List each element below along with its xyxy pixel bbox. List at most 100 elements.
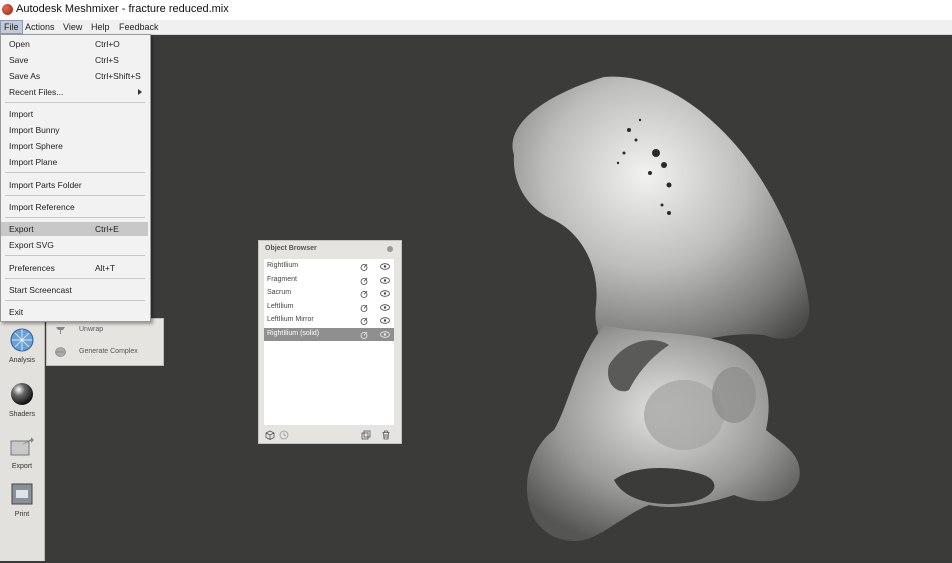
eye-icon[interactable] xyxy=(380,263,390,270)
menu-import-sphere-label: Import Sphere xyxy=(9,141,63,151)
menu-export[interactable]: Export Ctrl+E xyxy=(1,222,148,236)
menu-separator xyxy=(5,300,145,301)
duplicate-icon[interactable] xyxy=(361,430,371,440)
menu-save-shortcut: Ctrl+S xyxy=(95,55,119,65)
menu-import-sphere[interactable]: Import Sphere xyxy=(1,139,148,153)
menu-separator xyxy=(5,102,145,103)
menu-start-screencast[interactable]: Start Screencast xyxy=(1,283,148,297)
object-row[interactable]: LeftIlium Mirror xyxy=(264,314,394,327)
object-browser-footer xyxy=(263,429,397,441)
clock-icon[interactable] xyxy=(279,430,289,440)
close-icon[interactable] xyxy=(387,246,393,252)
object-list: RightIlium Fragment Sacrum LeftIlium Lef… xyxy=(264,259,394,425)
object-row[interactable]: LeftIlium xyxy=(264,301,394,314)
menu-separator xyxy=(5,255,145,256)
trash-icon[interactable] xyxy=(381,430,391,440)
menu-open-shortcut: Ctrl+O xyxy=(95,39,120,49)
menu-open[interactable]: Open Ctrl+O xyxy=(1,37,148,51)
menu-file[interactable]: File xyxy=(0,20,23,34)
menu-save-as[interactable]: Save As Ctrl+Shift+S xyxy=(1,69,148,83)
object-row[interactable]: RightIlium xyxy=(264,260,394,273)
toolbar-print[interactable]: Print xyxy=(0,481,44,518)
eye-icon[interactable] xyxy=(380,317,390,324)
menu-export-label: Export xyxy=(9,224,34,234)
submenu-unwrap-label: Unwrap xyxy=(79,326,104,333)
menu-save-as-label: Save As xyxy=(9,71,41,81)
menu-import-reference[interactable]: Import Reference xyxy=(1,200,148,214)
toolbar-analysis-label: Analysis xyxy=(8,357,36,364)
menu-bar: File Actions View Help Feedback xyxy=(0,20,952,35)
submenu-generate-complex-label: Generate Complex xyxy=(79,348,138,355)
menu-feedback[interactable]: Feedback xyxy=(116,21,162,33)
submenu-unwrap[interactable]: Unwrap xyxy=(47,322,163,338)
toolbar-shaders-label: Shaders xyxy=(8,411,36,418)
title-bar: Autodesk Meshmixer - fracture reduced.mi… xyxy=(0,0,952,20)
object-row[interactable]: Fragment xyxy=(264,274,394,287)
object-browser-panel: Object Browser RightIlium Fragment Sacru… xyxy=(258,240,402,444)
menu-import-plane[interactable]: Import Plane xyxy=(1,155,148,169)
menu-view[interactable]: View xyxy=(60,21,85,33)
submenu-arrow-icon xyxy=(138,89,142,95)
object-name: Fragment xyxy=(267,275,297,283)
eye-icon[interactable] xyxy=(380,290,390,297)
toolbar-analysis[interactable]: Analysis xyxy=(0,327,44,364)
menu-help[interactable]: Help xyxy=(88,21,113,33)
toolbar-export-label: Export xyxy=(11,463,33,470)
menu-import-reference-label: Import Reference xyxy=(9,202,75,212)
menu-preferences[interactable]: Preferences Alt+T xyxy=(1,261,148,275)
menu-separator xyxy=(5,217,145,218)
menu-recent-files[interactable]: Recent Files... xyxy=(1,85,148,99)
object-row[interactable]: Sacrum xyxy=(264,287,394,300)
edit-pencil-icon[interactable] xyxy=(360,277,368,285)
menu-preferences-shortcut: Alt+T xyxy=(95,263,116,273)
menu-separator xyxy=(5,278,145,279)
menu-exit[interactable]: Exit xyxy=(1,305,148,319)
menu-open-label: Open xyxy=(9,39,30,49)
menu-export-svg[interactable]: Export SVG xyxy=(1,238,148,252)
submenu-generate-complex[interactable]: Generate Complex xyxy=(47,344,163,360)
window-title: Autodesk Meshmixer - fracture reduced.mi… xyxy=(16,3,229,15)
menu-import-bunny[interactable]: Import Bunny xyxy=(1,123,148,137)
cube-icon[interactable] xyxy=(265,430,275,440)
object-row-selected[interactable]: RightIlium (solid) xyxy=(264,327,394,341)
tool-submenu: Unwrap Generate Complex xyxy=(46,318,164,366)
menu-save-as-shortcut: Ctrl+Shift+S xyxy=(95,71,141,81)
object-name: RightIlium (solid) xyxy=(267,329,320,337)
generate-complex-icon xyxy=(55,347,66,357)
menu-exit-label: Exit xyxy=(9,307,24,317)
eye-icon[interactable] xyxy=(380,276,390,284)
meshmixer-app-icon xyxy=(2,4,13,15)
menu-separator xyxy=(5,195,145,196)
edit-pencil-icon[interactable] xyxy=(360,317,368,325)
menu-import-plane-label: Import Plane xyxy=(9,157,58,167)
edit-pencil-icon[interactable] xyxy=(360,290,368,298)
menu-export-svg-label: Export SVG xyxy=(9,240,54,250)
object-browser-title: Object Browser xyxy=(265,245,317,252)
menu-recent-files-label: Recent Files... xyxy=(9,87,64,97)
analysis-icon xyxy=(10,328,34,352)
menu-save-label: Save xyxy=(9,55,29,65)
edit-pencil-icon[interactable] xyxy=(360,304,368,312)
toolbar-shaders[interactable]: Shaders xyxy=(0,381,44,418)
3d-viewport[interactable] xyxy=(44,35,952,561)
unwrap-icon xyxy=(56,327,65,334)
print-icon xyxy=(11,483,33,505)
menu-import[interactable]: Import xyxy=(1,107,148,121)
menu-start-screencast-label: Start Screencast xyxy=(9,285,72,295)
menu-actions[interactable]: Actions xyxy=(22,21,58,33)
menu-separator xyxy=(5,172,145,173)
export-icon xyxy=(10,437,34,456)
menu-import-bunny-label: Import Bunny xyxy=(9,125,60,135)
eye-icon[interactable] xyxy=(380,330,390,338)
menu-save[interactable]: Save Ctrl+S xyxy=(1,53,148,67)
edit-pencil-icon[interactable] xyxy=(360,263,368,271)
eye-icon[interactable] xyxy=(380,303,390,311)
object-name: LeftIlium xyxy=(267,302,294,310)
menu-import-parts-folder-label: Import Parts Folder xyxy=(9,180,82,190)
toolbar-export[interactable]: Export xyxy=(0,433,44,470)
menu-import-parts-folder[interactable]: Import Parts Folder xyxy=(1,178,148,192)
toolbar-print-label: Print xyxy=(14,511,30,518)
edit-pencil-icon[interactable] xyxy=(360,331,368,339)
object-name: RightIlium xyxy=(267,262,299,269)
file-dropdown-menu: Open Ctrl+O Save Ctrl+S Save As Ctrl+Shift+… xyxy=(0,34,151,322)
